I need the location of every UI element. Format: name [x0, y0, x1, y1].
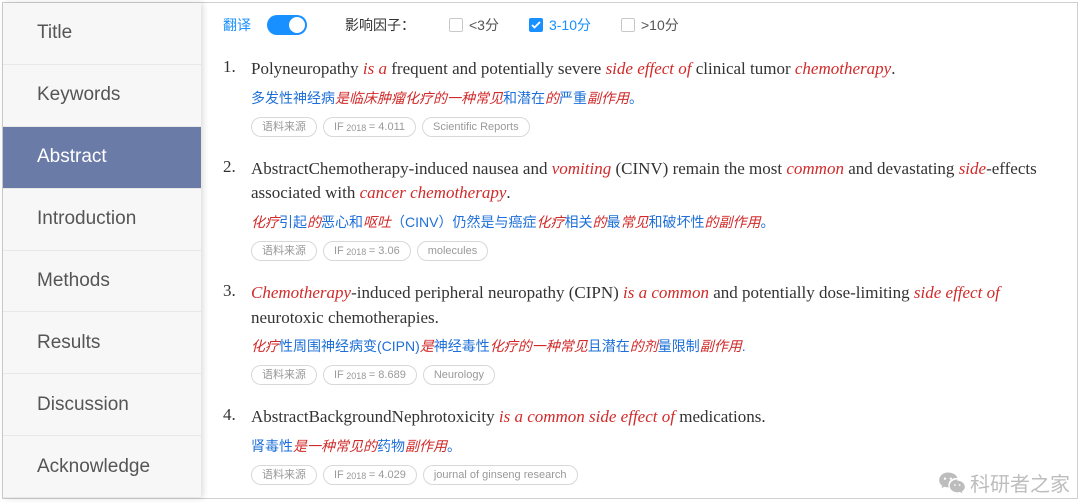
result-english: Chemotherapy-induced peripheral neuropat…: [251, 281, 1055, 330]
app-frame: TitleKeywordsAbstractIntroductionMethods…: [2, 2, 1078, 499]
filter-option-1[interactable]: 3-10分: [529, 15, 591, 35]
filter-option-2[interactable]: >10分: [621, 15, 679, 35]
checkbox-icon: [529, 18, 543, 32]
sidebar-item-discussion[interactable]: Discussion: [3, 374, 201, 436]
sidebar-item-acknowledge[interactable]: Acknowledge: [3, 436, 201, 498]
result-item: AbstractBackgroundNephrotoxicity is a co…: [223, 405, 1055, 485]
impact-factor-label: 影响因子：: [345, 15, 415, 35]
sidebar-item-methods[interactable]: Methods: [3, 251, 201, 313]
result-tags: 语料来源 IF 2018 = 8.689 Neurology: [251, 365, 1055, 385]
tag-impact-factor[interactable]: IF 2018 = 3.06: [323, 241, 411, 261]
translate-toggle[interactable]: [267, 15, 307, 35]
filter-option-label: 3-10分: [549, 15, 591, 35]
tag-journal[interactable]: molecules: [417, 241, 489, 261]
result-tags: 语料来源 IF 2018 = 4.029 journal of ginseng re…: [251, 465, 1055, 485]
checkbox-icon: [621, 18, 635, 32]
filter-option-label: <3分: [469, 15, 499, 35]
sidebar-item-keywords[interactable]: Keywords: [3, 65, 201, 127]
sidebar: TitleKeywordsAbstractIntroductionMethods…: [3, 3, 201, 498]
sidebar-item-introduction[interactable]: Introduction: [3, 189, 201, 251]
result-tags: 语料来源 IF 2018 = 3.06 molecules: [251, 241, 1055, 261]
result-item: Polyneuropathy is a frequent and potenti…: [223, 57, 1055, 137]
results-list: Polyneuropathy is a frequent and potenti…: [223, 57, 1055, 485]
wechat-icon: [938, 469, 966, 497]
tag-impact-factor[interactable]: IF 2018 = 8.689: [323, 365, 417, 385]
result-chinese: 肾毒性是一种常见的药物副作用。: [251, 436, 1055, 457]
watermark-text: 科研者之家: [970, 468, 1070, 497]
sidebar-item-title[interactable]: Title: [3, 3, 201, 65]
result-chinese: 多发性神经病是临床肿瘤化疗的一种常见和潜在的严重副作用。: [251, 88, 1055, 109]
filter-option-0[interactable]: <3分: [449, 15, 499, 35]
result-item: Chemotherapy-induced peripheral neuropat…: [223, 281, 1055, 385]
translate-label: 翻译: [223, 15, 251, 35]
tag-source[interactable]: 语料来源: [251, 465, 317, 485]
tag-impact-factor[interactable]: IF 2018 = 4.029: [323, 465, 417, 485]
result-chinese: 化疗性周围神经病变(CIPN)是神经毒性化疗的一种常见且潜在的剂量限制副作用.: [251, 336, 1055, 357]
tag-journal[interactable]: journal of ginseng research: [423, 465, 578, 485]
tag-journal[interactable]: Neurology: [423, 365, 495, 385]
result-chinese: 化疗引起的恶心和呕吐（CINV）仍然是与癌症化疗相关的最常见和破坏性的副作用。: [251, 212, 1055, 233]
sidebar-item-abstract[interactable]: Abstract: [3, 127, 201, 189]
filter-option-label: >10分: [641, 15, 679, 35]
checkbox-icon: [449, 18, 463, 32]
result-tags: 语料来源 IF 2018 = 4.011 Scientific Reports: [251, 117, 1055, 137]
tag-impact-factor[interactable]: IF 2018 = 4.011: [323, 117, 416, 137]
result-english: AbstractBackgroundNephrotoxicity is a co…: [251, 405, 1055, 430]
tag-source[interactable]: 语料来源: [251, 241, 317, 261]
tag-source[interactable]: 语料来源: [251, 365, 317, 385]
sidebar-item-results[interactable]: Results: [3, 312, 201, 374]
watermark: 科研者之家: [938, 468, 1070, 497]
tag-source[interactable]: 语料来源: [251, 117, 317, 137]
result-english: Polyneuropathy is a frequent and potenti…: [251, 57, 1055, 82]
result-english: AbstractChemotherapy-induced nausea and …: [251, 157, 1055, 206]
filter-bar: 翻译 影响因子： <3分 3-10分 >10分: [223, 15, 1055, 35]
tag-journal[interactable]: Scientific Reports: [422, 117, 530, 137]
result-item: AbstractChemotherapy-induced nausea and …: [223, 157, 1055, 261]
main-panel: 翻译 影响因子： <3分 3-10分 >10分 Polyneuropathy is …: [201, 3, 1077, 498]
